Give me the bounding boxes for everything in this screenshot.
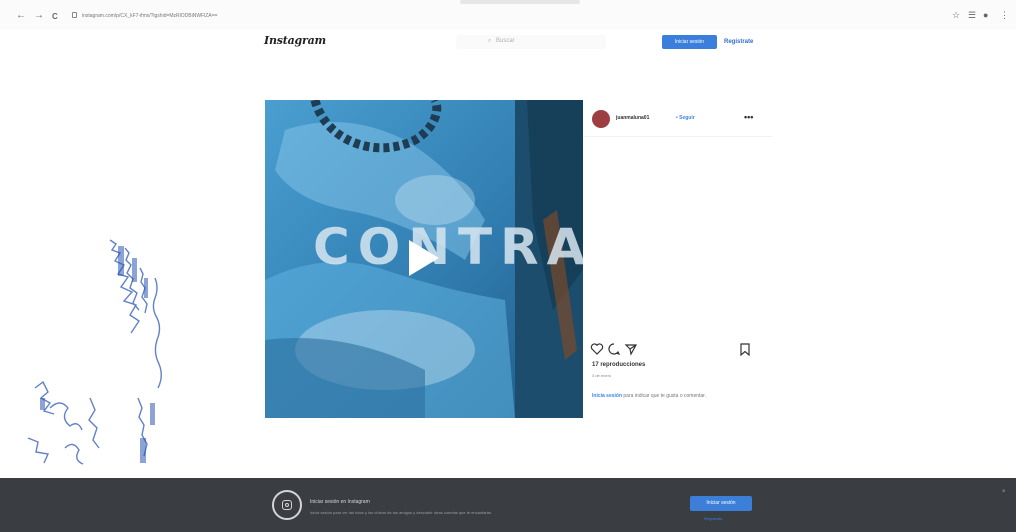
search-input[interactable]: ⌕ Buscar (456, 35, 606, 49)
post-date: 3 de enero (592, 373, 612, 378)
close-icon[interactable]: × (1002, 489, 1006, 495)
share-icon[interactable] (624, 342, 638, 356)
tab-strip (460, 0, 580, 4)
banner-subtitle: Inicia sesión para ver las fotos y los v… (310, 510, 493, 515)
reproductions-count: 17 reproducciones (592, 362, 646, 368)
banner-title: Iniciar sesión en Instagram (310, 499, 370, 505)
comment-icon[interactable] (607, 342, 621, 356)
post-username[interactable]: juanmaluna01 (616, 115, 649, 121)
profile-icon[interactable]: ● (983, 10, 988, 20)
browser-toolbar: ← → C instagram.com/p/CX_kF7-ifmx/?igshi… (0, 0, 1016, 30)
forward-button[interactable]: → (34, 11, 44, 21)
signup-link[interactable]: Regístrate (724, 36, 753, 48)
login-prompt-text: para indicar que te gusta o comentar. (622, 393, 706, 399)
login-prompt-link[interactable]: Inicia sesión (592, 393, 622, 399)
banner-signup-link[interactable]: Regístrate (704, 516, 722, 521)
search-placeholder: Buscar (496, 38, 515, 44)
login-button[interactable]: Iniciar sesión (662, 35, 717, 49)
login-banner: Iniciar sesión en Instagram Inicia sesió… (0, 478, 1016, 532)
menu-list-icon[interactable]: ☰ (968, 10, 976, 20)
more-options-icon[interactable]: ••• (744, 112, 753, 122)
instagram-logo[interactable]: Instagram (264, 34, 326, 47)
lock-icon (72, 12, 77, 18)
divider (583, 136, 773, 137)
bookmark-icon[interactable] (740, 343, 750, 356)
reload-button[interactable]: C (52, 12, 58, 22)
instagram-icon (272, 490, 302, 520)
follow-button[interactable]: • Seguir (676, 115, 695, 121)
star-icon[interactable]: ☆ (952, 10, 960, 20)
login-prompt: Inicia sesión para indicar que te gusta … (592, 392, 732, 400)
address-bar[interactable]: instagram.com/p/CX_kF7-ifmx/?igshid=MzRl… (82, 13, 217, 19)
back-button[interactable]: ← (16, 11, 26, 21)
post-video[interactable]: CONTRA (265, 100, 583, 418)
browser-menu-icon[interactable]: ⋮ (1000, 10, 1009, 20)
video-overlay-text: CONTRA (313, 218, 583, 276)
play-icon[interactable] (409, 240, 439, 276)
heart-icon[interactable] (590, 342, 604, 356)
banner-login-button[interactable]: Iniciar sesión (690, 496, 752, 511)
avatar[interactable] (592, 110, 610, 128)
search-icon: ⌕ (488, 38, 492, 44)
scan-stamp-marks (27, 239, 162, 465)
